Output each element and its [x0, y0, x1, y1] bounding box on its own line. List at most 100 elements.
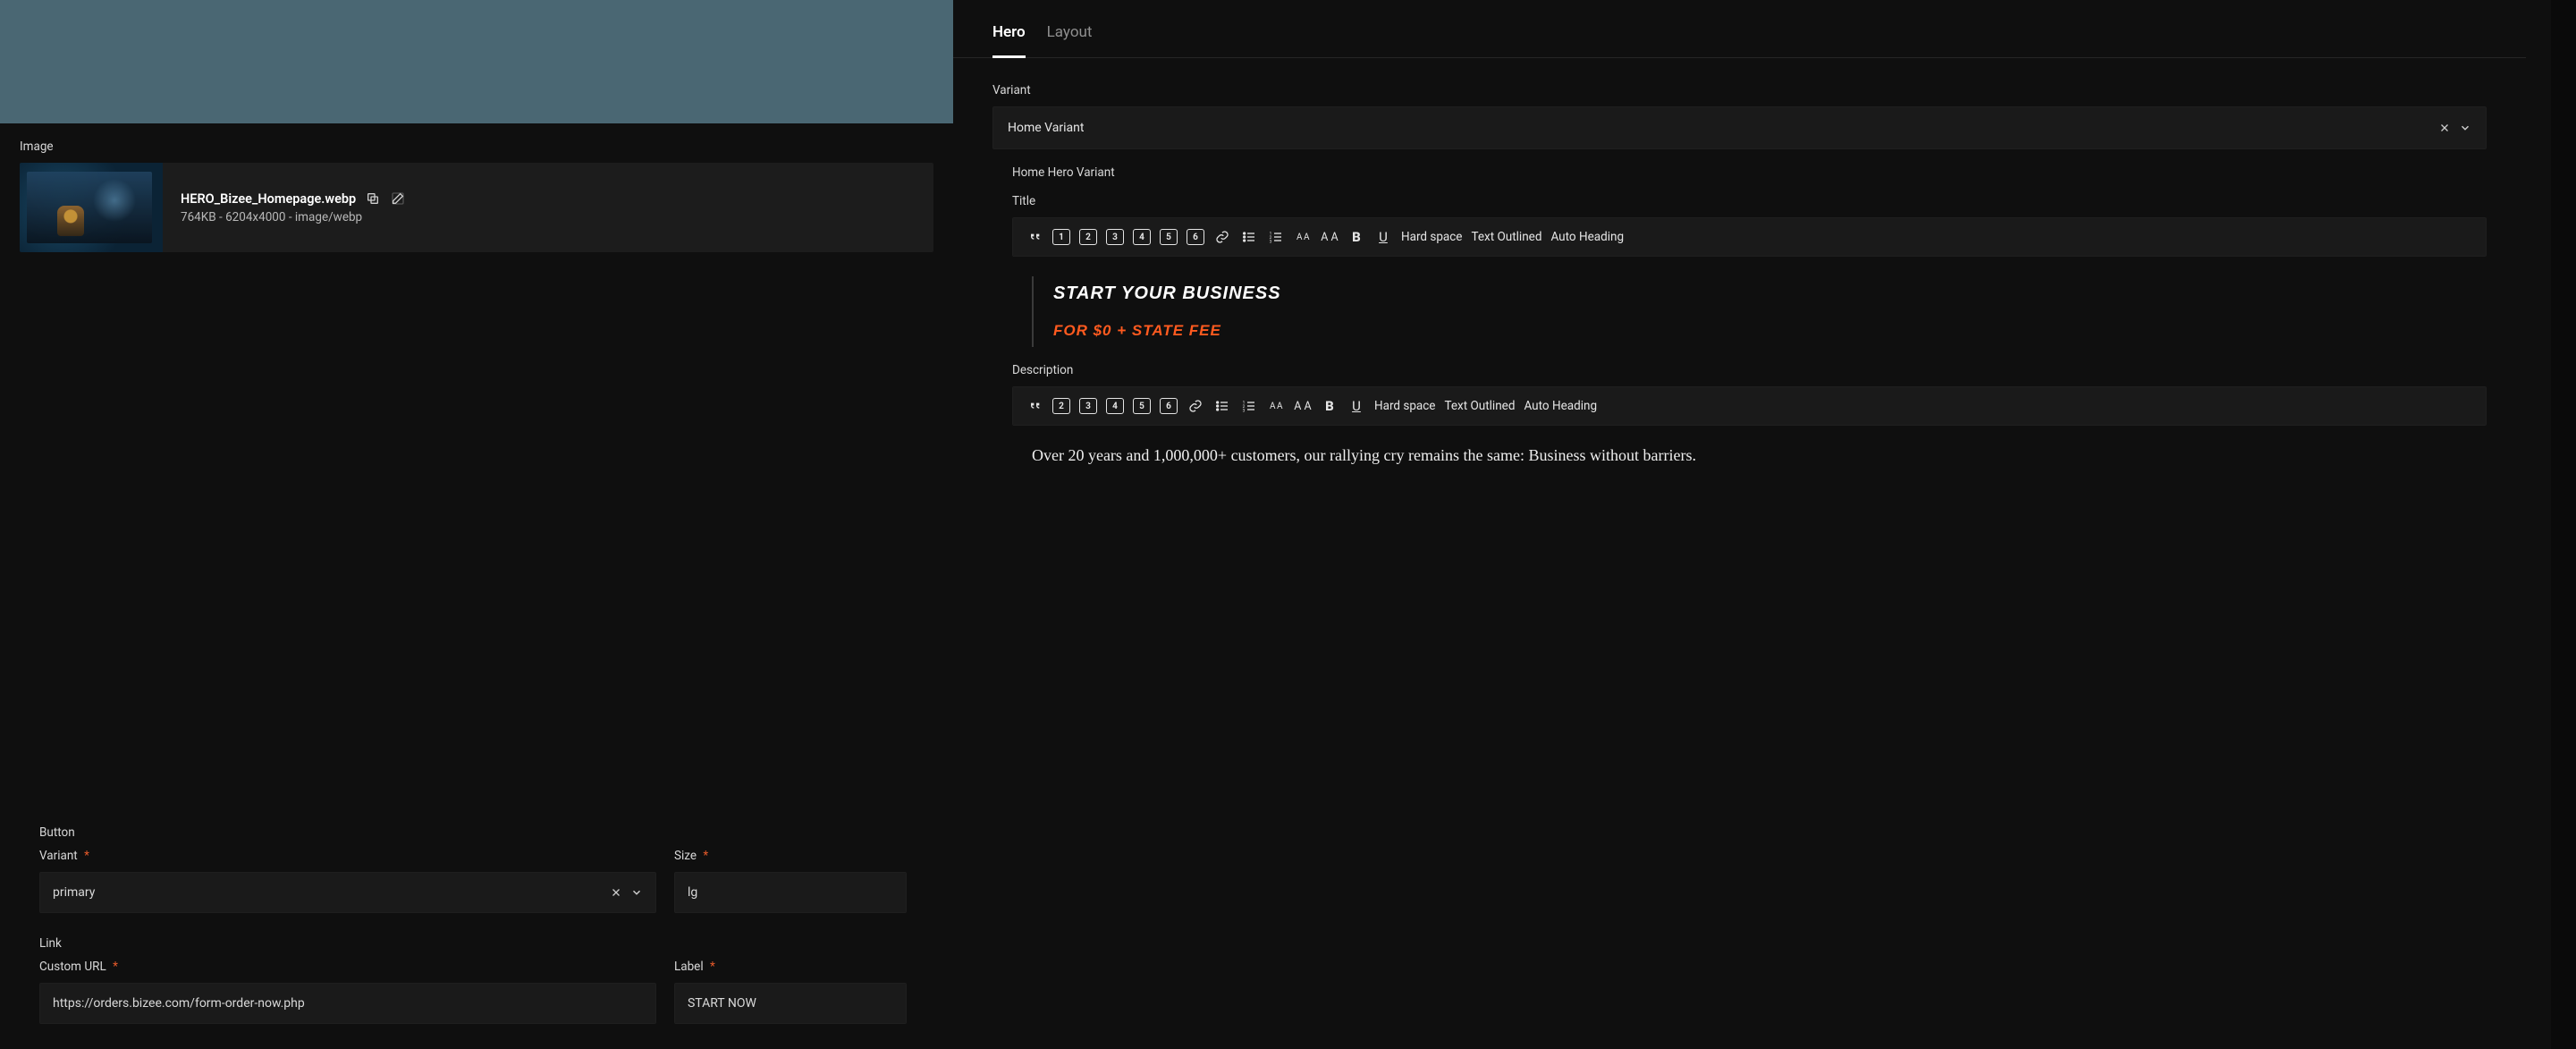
description-toolbar: 2 3 4 5 6 123 A A: [1012, 386, 2487, 426]
variant-select-value: primary: [53, 885, 95, 900]
edit-icon[interactable]: [390, 190, 406, 207]
left-spacer: [0, 0, 953, 123]
hero-variant-icons: [2439, 122, 2471, 134]
title-line-2: FOR $0 + STATE FEE: [1053, 322, 2467, 340]
link-row: Custom URL * Label *: [39, 960, 933, 1024]
required-marker: *: [113, 960, 118, 974]
ordered-list-icon[interactable]: 123: [1267, 228, 1285, 246]
blockquote-icon[interactable]: [1026, 228, 1043, 246]
url-input[interactable]: [39, 983, 656, 1024]
image-panel: Image HERO_Bizee_Homepage.webp 764KB - 6…: [0, 123, 953, 809]
url-field: Custom URL *: [39, 960, 656, 1024]
size-label-text: Size: [674, 849, 697, 863]
tabs: Hero Layout: [953, 0, 2526, 58]
label-label: Label *: [674, 960, 907, 974]
right-column: Hero Layout Variant Home Variant: [953, 0, 2576, 1049]
h6-button[interactable]: 6: [1160, 398, 1178, 414]
label-label-text: Label: [674, 960, 704, 974]
chevron-down-icon[interactable]: [630, 886, 643, 899]
size-select-value: lg: [688, 885, 697, 900]
h2-button[interactable]: 2: [1052, 398, 1070, 414]
required-marker: *: [703, 849, 708, 863]
variant-label: Variant *: [39, 849, 656, 863]
variant-select[interactable]: primary: [39, 872, 656, 913]
image-meta-row: HERO_Bizee_Homepage.webp: [181, 190, 406, 207]
required-marker: *: [710, 960, 715, 974]
underline-button[interactable]: U: [1347, 397, 1365, 415]
underline-button[interactable]: U: [1374, 228, 1392, 246]
size-field: Size * lg: [674, 849, 907, 913]
image-meta-text: 764KB - 6204x4000 - image/webp: [181, 210, 406, 224]
fontsize-medium-button[interactable]: A A: [1321, 228, 1339, 246]
clear-icon[interactable]: [611, 887, 621, 898]
url-label: Custom URL *: [39, 960, 656, 974]
right-body: Variant Home Variant Home Hero Variant: [953, 58, 2526, 486]
link-icon[interactable]: [1213, 228, 1231, 246]
bold-button[interactable]: B: [1347, 228, 1365, 246]
title-field-label: Title: [1012, 194, 2487, 208]
variant-label-text: Variant: [39, 849, 78, 863]
link-icon[interactable]: [1187, 397, 1204, 415]
h1-button[interactable]: 1: [1052, 229, 1070, 245]
clear-icon[interactable]: [2439, 123, 2450, 133]
text-outlined-button[interactable]: Text Outlined: [1471, 230, 1541, 244]
hard-space-button[interactable]: Hard space: [1401, 230, 1463, 244]
auto-heading-button[interactable]: Auto Heading: [1550, 230, 1624, 244]
fontsize-medium-button[interactable]: A A: [1294, 397, 1312, 415]
h5-button[interactable]: 5: [1160, 229, 1178, 245]
title-line-1: START YOUR BUSINESS: [1053, 283, 2467, 304]
description-field-label: Description: [1012, 363, 2487, 377]
description-editor[interactable]: Over 20 years and 1,000,000+ customers, …: [1012, 426, 2487, 468]
bullet-list-icon[interactable]: [1240, 228, 1258, 246]
image-card[interactable]: HERO_Bizee_Homepage.webp 764KB - 6204x40…: [20, 163, 933, 252]
blockquote-icon[interactable]: [1026, 397, 1043, 415]
auto-heading-button[interactable]: Auto Heading: [1524, 399, 1597, 413]
h2-button[interactable]: 2: [1079, 229, 1097, 245]
right-inner: Hero Layout Variant Home Variant: [953, 0, 2551, 1049]
bold-button[interactable]: B: [1321, 397, 1339, 415]
fontsize-small-button[interactable]: A A: [1294, 228, 1312, 246]
title-toolbar: 1 2 3 4 5 6 123: [1012, 217, 2487, 257]
button-row: Variant * primary: [39, 849, 933, 913]
url-label-text: Custom URL: [39, 960, 106, 974]
h3-button[interactable]: 3: [1079, 398, 1097, 414]
title-blockquote: START YOUR BUSINESS FOR $0 + STATE FEE: [1032, 276, 2467, 347]
text-outlined-button[interactable]: Text Outlined: [1444, 399, 1515, 413]
left-column: Image HERO_Bizee_Homepage.webp 764KB - 6…: [0, 0, 953, 1049]
label-field: Label *: [674, 960, 907, 1024]
label-input[interactable]: [674, 983, 907, 1024]
hero-variant-label: Variant: [992, 83, 2487, 97]
required-marker: *: [84, 849, 89, 863]
copy-icon[interactable]: [365, 190, 381, 207]
fontsize-small-button[interactable]: A A: [1267, 397, 1285, 415]
title-editor[interactable]: START YOUR BUSINESS FOR $0 + STATE FEE: [1012, 257, 2487, 356]
size-select[interactable]: lg: [674, 872, 907, 913]
variant-select-icons: [611, 886, 643, 899]
h4-button[interactable]: 4: [1106, 398, 1124, 414]
image-filename: HERO_Bizee_Homepage.webp: [181, 191, 356, 207]
hard-space-button[interactable]: Hard space: [1374, 399, 1436, 413]
h4-button[interactable]: 4: [1133, 229, 1151, 245]
tab-layout[interactable]: Layout: [1047, 18, 1093, 58]
h5-button[interactable]: 5: [1133, 398, 1151, 414]
image-meta: HERO_Bizee_Homepage.webp 764KB - 6204x40…: [177, 183, 410, 232]
h3-button[interactable]: 3: [1106, 229, 1124, 245]
svg-text:3: 3: [1243, 409, 1246, 413]
button-section-label: Button: [39, 825, 933, 840]
tab-hero[interactable]: Hero: [992, 18, 1026, 58]
image-field-label: Image: [20, 140, 933, 154]
ordered-list-icon[interactable]: 123: [1240, 397, 1258, 415]
h6-button[interactable]: 6: [1187, 229, 1204, 245]
hero-variant-select[interactable]: Home Variant: [992, 106, 2487, 149]
description-text: Over 20 years and 1,000,000+ customers, …: [1032, 446, 1696, 464]
bullet-list-icon[interactable]: [1213, 397, 1231, 415]
right-edge-gutter: [2551, 0, 2576, 1049]
image-thumbnail: [20, 163, 163, 252]
home-hero-title: Home Hero Variant: [1012, 165, 2487, 180]
size-label: Size *: [674, 849, 907, 863]
variant-field: Variant * primary: [39, 849, 656, 913]
hero-variant-value: Home Variant: [1008, 121, 1084, 135]
link-section-label: Link: [39, 936, 933, 951]
home-hero-section: Home Hero Variant Title 1 2 3 4 5 6: [992, 149, 2487, 468]
chevron-down-icon[interactable]: [2459, 122, 2471, 134]
